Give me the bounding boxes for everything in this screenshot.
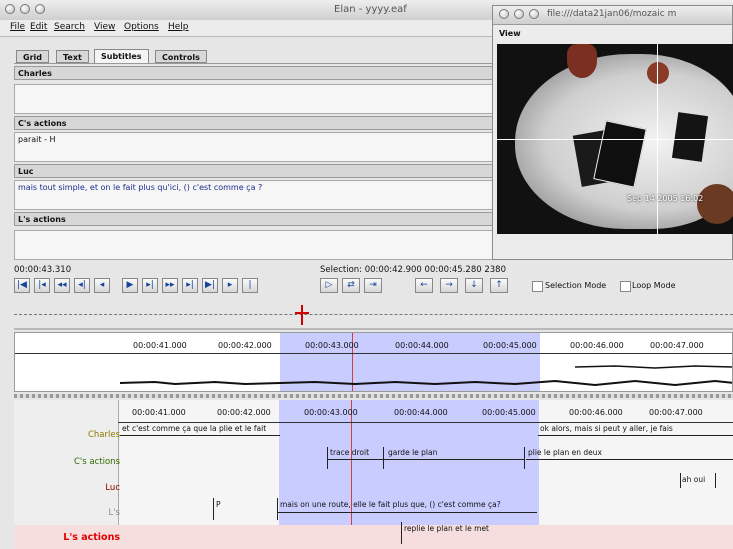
timeline-tick-label: 00:00:42.000: [217, 408, 271, 417]
annotation-ls[interactable]: mais on une route, elle le fait plus que…: [280, 498, 530, 513]
menu-help[interactable]: Help: [168, 22, 189, 32]
menu-view[interactable]: View: [94, 22, 115, 32]
timeline-tick-label: 00:00:41.000: [132, 408, 186, 417]
next-scrollview-button[interactable]: ▸|: [182, 278, 198, 293]
minimize-window-button[interactable]: [20, 4, 30, 14]
annotation-up-button[interactable]: ↑: [490, 278, 508, 293]
tab-subtitles[interactable]: Subtitles: [94, 49, 149, 64]
video-zoom-button[interactable]: [529, 9, 539, 19]
waveform-tick-label: 00:00:44.000: [395, 341, 449, 350]
playback-rate-button[interactable]: |: [242, 278, 258, 293]
tab-controls[interactable]: Controls: [155, 50, 207, 63]
menu-file[interactable]: File: [10, 22, 25, 32]
video-window[interactable]: file:///data21jan06/mozaic m View Sep 14…: [492, 5, 733, 260]
video-view-label: View: [499, 29, 521, 38]
video-window-title: file:///data21jan06/mozaic m: [547, 9, 677, 19]
timeline-tick-label: 00:00:44.000: [394, 408, 448, 417]
go-to-begin-button[interactable]: |◀: [14, 278, 30, 293]
go-to-end-button[interactable]: ▶|: [202, 278, 218, 293]
l-actions-tier-row: [14, 525, 733, 549]
tier-name-ls[interactable]: L's: [14, 508, 120, 518]
video-arm-left: [567, 44, 597, 78]
video-timestamp-overlay: Sep 14 2005 16:02: [627, 194, 704, 203]
waveform-tick-label: 00:00:43.000: [305, 341, 359, 350]
waveform-tick-label: 00:00:41.000: [133, 341, 187, 350]
subtitle-text-l-actions[interactable]: [14, 230, 494, 260]
next-annotation-button[interactable]: →: [440, 278, 458, 293]
video-frame: Sep 14 2005 16:02: [497, 44, 733, 234]
video-crosshair-h: [497, 139, 733, 140]
annotation-down-button[interactable]: ↓: [465, 278, 483, 293]
crosshair-marker: [301, 305, 303, 325]
selection-mode-label: Selection Mode: [545, 281, 607, 290]
menu-search[interactable]: Search: [54, 22, 85, 32]
selection-mode-toggle-button[interactable]: ⇄: [342, 278, 360, 293]
timeline-tick-label: 00:00:45.000: [482, 408, 536, 417]
tier-name-luc[interactable]: Luc: [14, 483, 120, 493]
step-back-pixel-button[interactable]: ◂|: [74, 278, 90, 293]
waveform-tick-label: 00:00:45.000: [483, 341, 537, 350]
timeline-tick-label: 00:00:43.000: [304, 408, 358, 417]
go-to-selection-end-button[interactable]: ⇥: [364, 278, 382, 293]
video-title-bar[interactable]: file:///data21jan06/mozaic m: [493, 6, 732, 25]
video-arm-top: [647, 62, 669, 84]
current-time-readout: 00:00:43.310: [14, 265, 72, 275]
waveform-divider: [14, 394, 733, 398]
subtitle-tier-label-c-actions: C's actions: [14, 116, 494, 130]
subtitle-text-charles[interactable]: [14, 84, 494, 114]
video-minimize-button[interactable]: [514, 9, 524, 19]
subtitle-tier-label-luc: Luc: [14, 164, 494, 178]
video-arm-right: [697, 184, 733, 224]
tier-name-c-actions[interactable]: C's actions: [14, 457, 120, 467]
clear-selection-button[interactable]: ▷: [320, 278, 338, 293]
selection-mode-checkbox[interactable]: [532, 281, 543, 292]
step-forward-pixel-button[interactable]: ▸|: [142, 278, 158, 293]
audio-waveform: [119, 365, 732, 387]
menu-options[interactable]: Options: [124, 22, 159, 32]
tier-name-charles[interactable]: Charles: [14, 430, 120, 440]
step-forward-frame-button[interactable]: ▸▸: [162, 278, 178, 293]
annotation-ls[interactable]: P: [216, 498, 228, 513]
time-overview-ruler[interactable]: [14, 300, 733, 326]
play-selection-button[interactable]: ▸: [222, 278, 238, 293]
subtitle-tier-label-l-actions: L's actions: [14, 212, 494, 226]
zoom-window-button[interactable]: [35, 4, 45, 14]
video-crosshair-v: [657, 44, 658, 234]
subtitle-tier-label-charles: Charles: [14, 66, 494, 80]
overview-divider: [14, 328, 733, 330]
annotation-l-actions[interactable]: replie le plan et le met: [404, 522, 564, 537]
waveform-panel[interactable]: 00:00:41.000 00:00:42.000 00:00:43.000 0…: [14, 332, 733, 392]
tier-name-l-actions[interactable]: L's actions: [14, 532, 120, 543]
video-paper-right: [671, 112, 709, 162]
waveform-tick-label: 00:00:46.000: [570, 341, 624, 350]
previous-annotation-button[interactable]: ←: [415, 278, 433, 293]
tab-grid[interactable]: Grid: [16, 50, 49, 63]
window-title: Elan - yyyy.eaf: [334, 4, 407, 15]
video-close-button[interactable]: [499, 9, 509, 19]
close-window-button[interactable]: [5, 4, 15, 14]
subtitle-text-c-actions[interactable]: parait - H: [14, 132, 494, 162]
menu-edit[interactable]: Edit: [30, 22, 47, 32]
timeline-tick-label: 00:00:47.000: [649, 408, 703, 417]
loop-mode-checkbox[interactable]: [620, 281, 631, 292]
step-back-frame-button[interactable]: ◂◂: [54, 278, 70, 293]
previous-scrollview-button[interactable]: |◂: [34, 278, 50, 293]
subtitle-text-luc[interactable]: mais tout simple, et on le fait plus qu'…: [14, 180, 494, 210]
selection-readout: Selection: 00:00:42.900 00:00:45.280 238…: [320, 265, 506, 275]
play-pause-button[interactable]: ▶: [122, 278, 138, 293]
tab-text[interactable]: Text: [56, 50, 89, 63]
tab-panel-border: [14, 63, 494, 64]
annotation-luc[interactable]: ah oui: [682, 473, 718, 488]
waveform-tick-label: 00:00:47.000: [650, 341, 704, 350]
timeline-tick-label: 00:00:46.000: [569, 408, 623, 417]
waveform-tick-label: 00:00:42.000: [218, 341, 272, 350]
play-back-button[interactable]: ◂: [94, 278, 110, 293]
loop-mode-label: Loop Mode: [632, 281, 676, 290]
